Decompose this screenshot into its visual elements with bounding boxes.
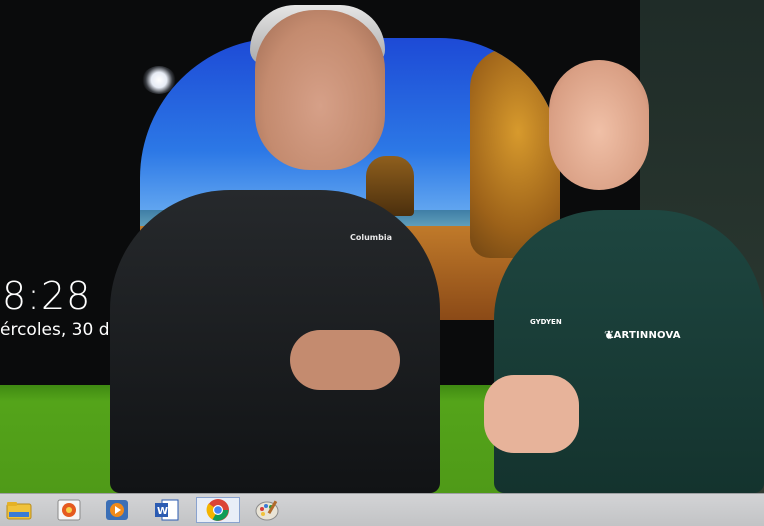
man-hands bbox=[290, 330, 400, 390]
word-icon: W bbox=[155, 499, 179, 521]
taskbar-paint[interactable] bbox=[246, 497, 290, 523]
woman-hands bbox=[484, 375, 579, 453]
taskbar-file-explorer[interactable] bbox=[2, 497, 36, 523]
hoodie-brand-print: LARTINNOVA bbox=[607, 330, 681, 341]
taskbar-word[interactable]: W bbox=[150, 497, 184, 523]
lockscreen-time: 8:28 bbox=[2, 274, 92, 318]
taskbar: W bbox=[0, 493, 764, 526]
photo-viewer-icon bbox=[57, 499, 81, 521]
svg-text:W: W bbox=[157, 506, 168, 517]
taskbar-chrome[interactable] bbox=[196, 497, 240, 523]
man-figure: Columbia bbox=[100, 5, 450, 493]
lockscreen-date: ércoles, 30 d bbox=[0, 320, 110, 340]
woman-head bbox=[549, 60, 649, 190]
file-explorer-icon bbox=[6, 502, 32, 520]
taskbar-media-player[interactable] bbox=[100, 497, 134, 523]
jacket-logo: Columbia bbox=[350, 233, 393, 242]
media-player-icon bbox=[106, 500, 128, 520]
taskbar-photo-viewer[interactable] bbox=[52, 497, 86, 523]
hoodie-left-print: GYDYEN bbox=[530, 318, 562, 326]
chrome-icon bbox=[206, 499, 229, 521]
paint-icon bbox=[255, 500, 279, 521]
man-head bbox=[255, 10, 385, 170]
photo-scene: 8:28 ércoles, 30 d Columbia GYDYEN ❦ LAR… bbox=[0, 0, 764, 493]
woman-figure: GYDYEN ❦ LARTINNOVA bbox=[484, 55, 764, 493]
